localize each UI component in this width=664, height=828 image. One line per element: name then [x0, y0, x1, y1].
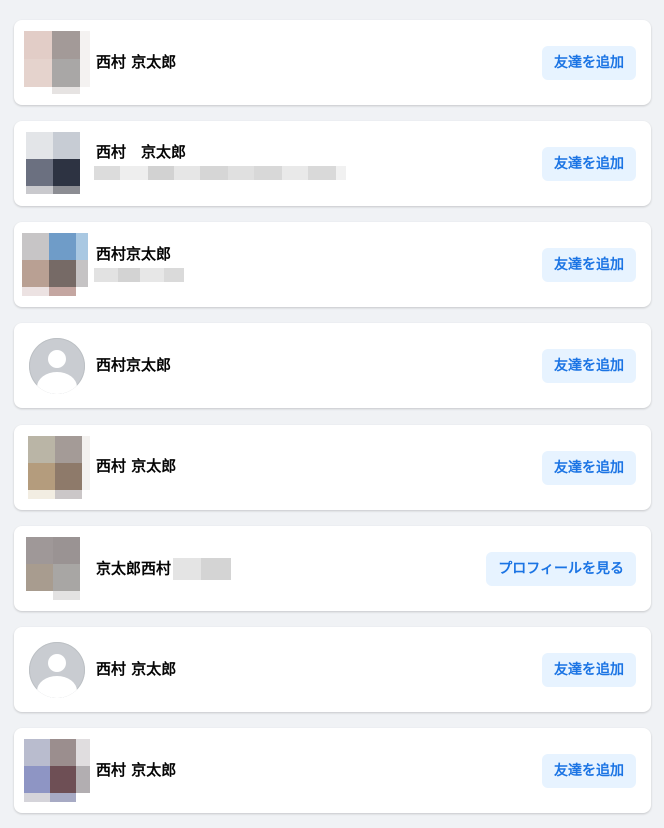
default-silhouette-icon[interactable]	[29, 642, 85, 698]
add-friend-button[interactable]: 友達を追加	[542, 248, 636, 282]
result-card: 西村 京太郎 友達を追加	[14, 627, 651, 712]
add-friend-button[interactable]: 友達を追加	[542, 147, 636, 181]
profile-photo[interactable]	[22, 233, 88, 296]
redacted-name-suffix	[173, 558, 232, 580]
view-profile-button[interactable]: プロフィールを見る	[486, 552, 636, 586]
add-friend-button[interactable]: 友達を追加	[542, 754, 636, 788]
redacted-subtext	[94, 268, 184, 282]
person-name[interactable]: 西村京太郎	[96, 245, 171, 263]
search-results-list: 西村 京太郎 友達を追加 西村 京太郎 友達を追加 西村京太郎 友達を追加 西村…	[0, 0, 664, 828]
add-friend-button[interactable]: 友達を追加	[542, 46, 636, 80]
profile-photo[interactable]	[24, 31, 90, 94]
redacted-subtext	[94, 166, 346, 180]
add-friend-button[interactable]: 友達を追加	[542, 653, 636, 687]
person-name[interactable]: 西村京太郎	[96, 356, 171, 374]
result-card: 西村京太郎 友達を追加	[14, 323, 651, 408]
add-friend-button[interactable]: 友達を追加	[542, 451, 636, 485]
person-name[interactable]: 西村 京太郎	[96, 143, 186, 161]
result-card: 西村京太郎 友達を追加	[14, 222, 651, 307]
profile-photo[interactable]	[26, 537, 92, 600]
result-card: 西村 京太郎 友達を追加	[14, 20, 651, 105]
default-silhouette-icon[interactable]	[29, 338, 85, 394]
person-name[interactable]: 西村 京太郎	[96, 761, 176, 779]
person-name[interactable]: 西村 京太郎	[96, 53, 176, 71]
person-name-text[interactable]: 京太郎西村	[96, 560, 171, 578]
result-card: 西村 京太郎 友達を追加	[14, 121, 651, 206]
result-card: 西村 京太郎 友達を追加	[14, 425, 651, 510]
profile-photo[interactable]	[28, 436, 94, 499]
person-name[interactable]: 京太郎西村	[96, 558, 232, 580]
profile-photo[interactable]	[24, 739, 90, 802]
person-name[interactable]: 西村 京太郎	[96, 660, 176, 678]
result-card: 西村 京太郎 友達を追加	[14, 728, 651, 813]
person-name[interactable]: 西村 京太郎	[96, 457, 176, 475]
result-card: 京太郎西村 プロフィールを見る	[14, 526, 651, 611]
profile-photo[interactable]	[26, 132, 92, 195]
add-friend-button[interactable]: 友達を追加	[542, 349, 636, 383]
